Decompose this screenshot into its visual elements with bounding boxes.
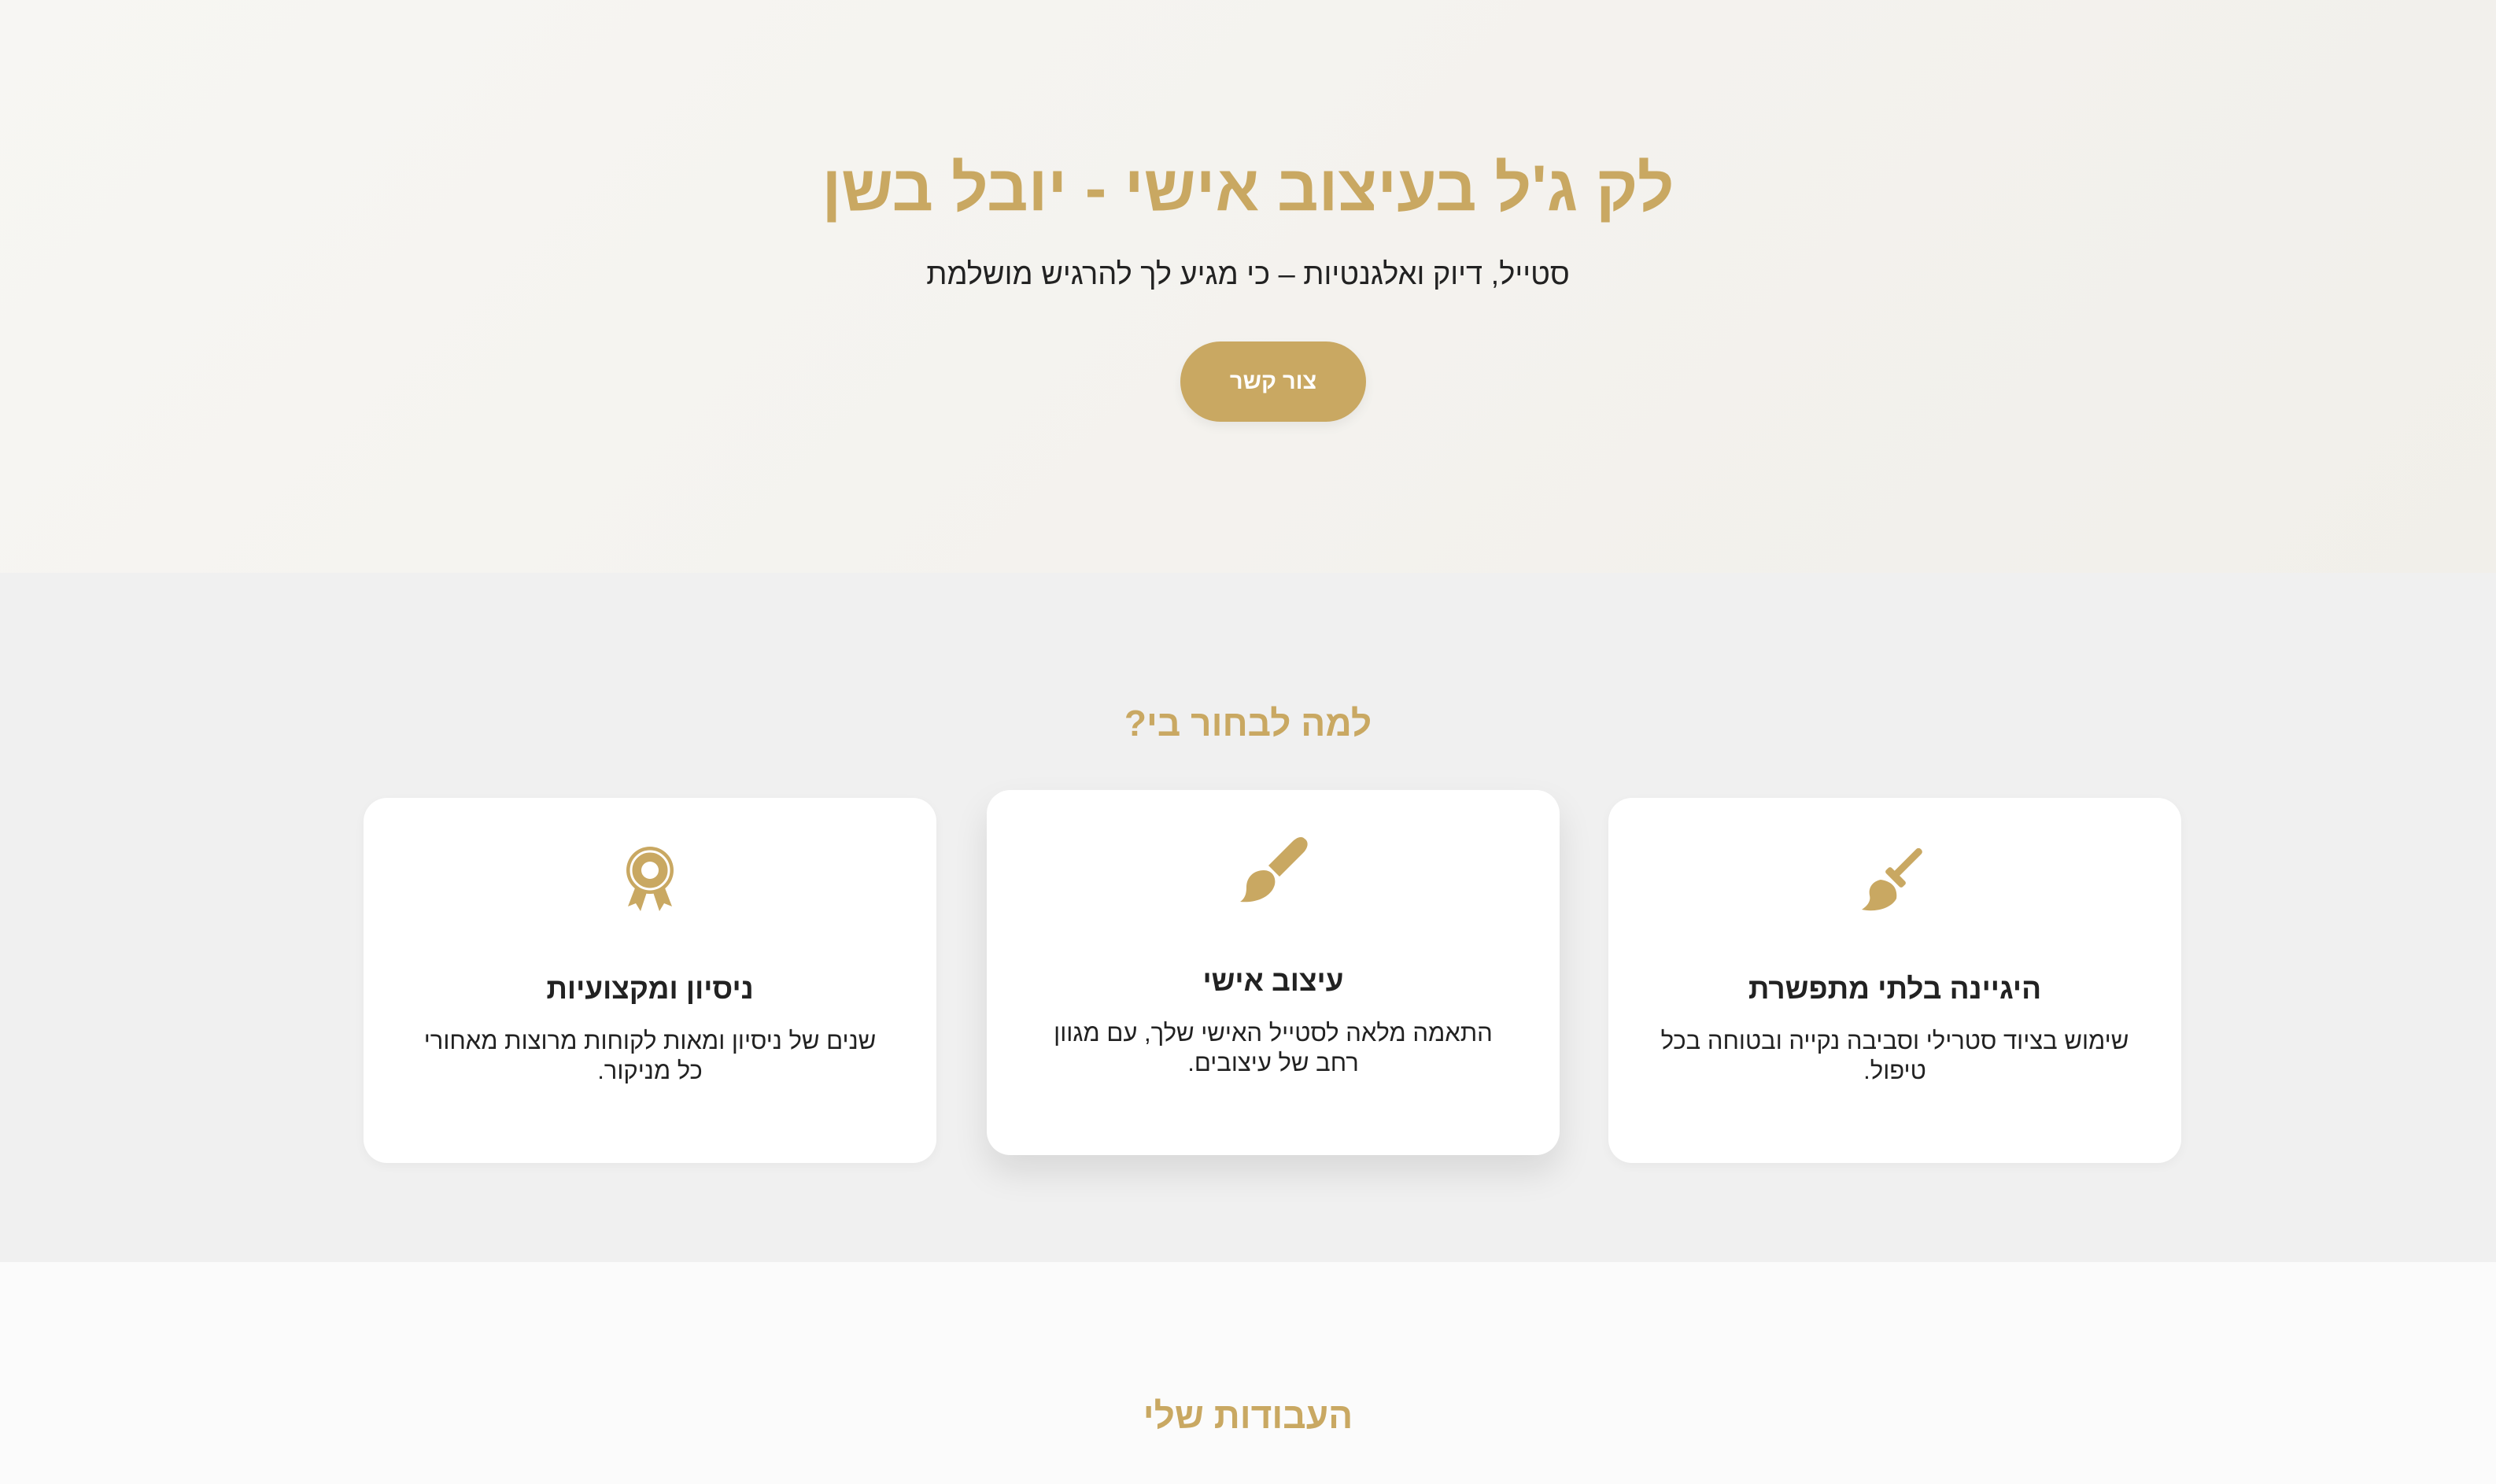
award-icon <box>364 840 936 916</box>
paintbrush-icon <box>987 832 1560 908</box>
feature-card-design: עיצוב אישי התאמה מלאה לסטייל האישי שלך, … <box>987 790 1560 1155</box>
feature-card-experience: ניסיון ומקצועיות שנים של ניסיון ומאות לק… <box>364 798 936 1163</box>
feature-card-text: התאמה מלאה לסטייל האישי שלך, עם מגוון רח… <box>1054 1019 1493 1076</box>
works-section: העבודות שלי <box>0 1262 2496 1484</box>
hero-title: לק ג'ל בעיצוב אישי - יובל בשן <box>822 153 1674 224</box>
feature-card-text: שנים של ניסיון ומאות לקוחות מרוצות מאחור… <box>423 1027 877 1084</box>
hero-section: לק ג'ל בעיצוב אישי - יובל בשן סטייל, דיו… <box>0 0 2496 573</box>
broom-icon <box>1608 840 2181 916</box>
hero-subtitle: סטייל, דיוק ואלגנטיות – כי מגיע לך להרגי… <box>926 258 1570 291</box>
works-title: העבודות שלי <box>1143 1395 1353 1436</box>
features-title: למה לבחור בי? <box>1124 703 1372 744</box>
contact-button[interactable]: צור קשר <box>1180 341 1366 422</box>
features-section: למה לבחור בי? היגיינה בלתי מתפשרת שימוש … <box>0 573 2496 1262</box>
feature-card-title: היגיינה בלתי מתפשרת <box>1748 973 2042 1005</box>
feature-card-hygiene: היגיינה בלתי מתפשרת שימוש בציוד סטרילי ו… <box>1608 798 2181 1163</box>
feature-card-title: ניסיון ומקצועיות <box>546 973 754 1005</box>
feature-card-title: עיצוב אישי <box>1202 965 1344 997</box>
feature-card-text: שימוש בציוד סטרילי וסביבה נקייה ובטוחה ב… <box>1660 1027 2129 1084</box>
